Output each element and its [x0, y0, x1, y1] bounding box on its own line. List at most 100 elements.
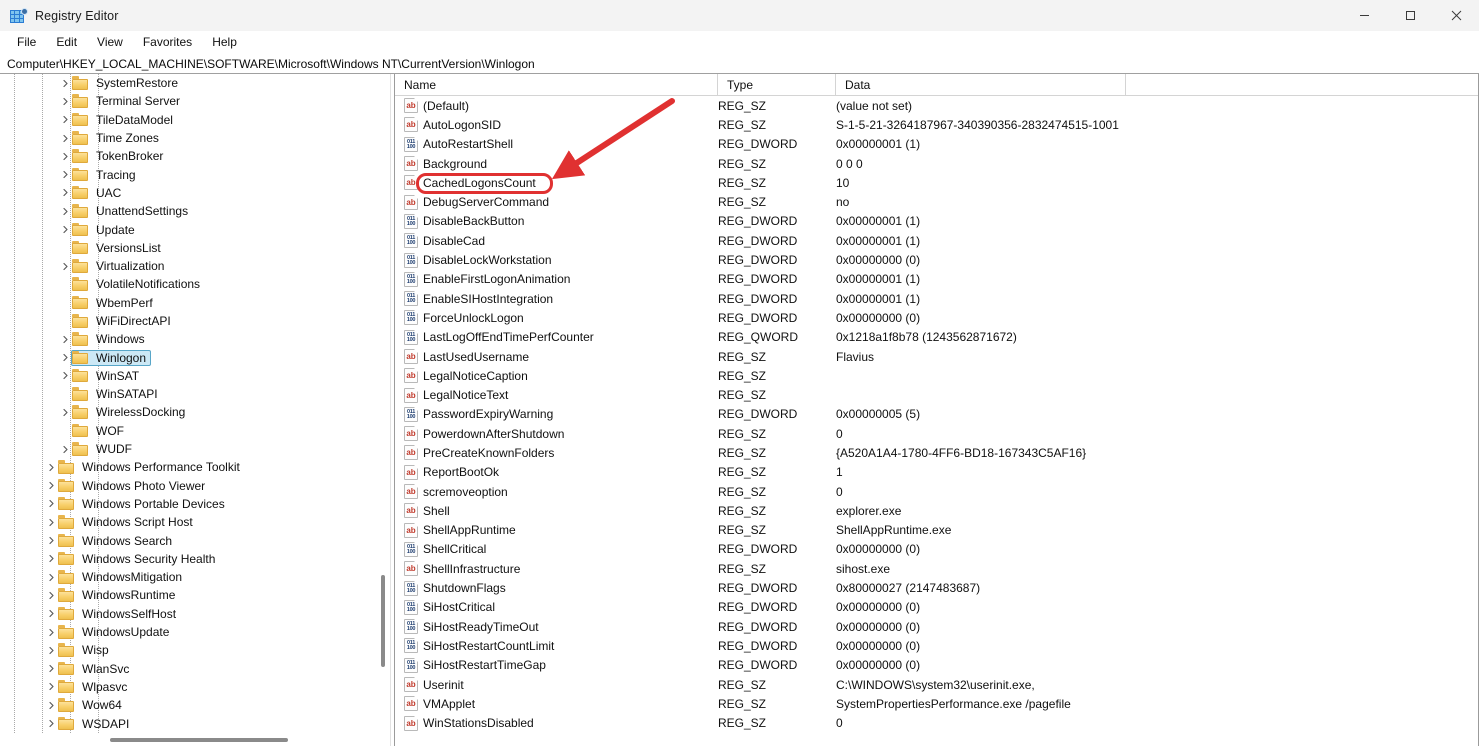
tree-item-wsdapi[interactable]: WSDAPI	[0, 714, 389, 732]
menu-file[interactable]: File	[7, 33, 46, 53]
table-row[interactable]: ab DebugServerCommand REG_SZ no	[395, 192, 1478, 211]
tree-vertical-scroll-thumb[interactable]	[381, 575, 385, 668]
chevron-right-icon[interactable]	[44, 518, 58, 527]
table-row[interactable]: 011 100 AutoRestartShell REG_DWORD 0x0000000…	[395, 135, 1478, 154]
chevron-right-icon[interactable]	[58, 79, 72, 88]
menu-help[interactable]: Help	[202, 33, 247, 53]
tree-item-windows[interactable]: Windows	[0, 330, 389, 348]
chevron-right-icon[interactable]	[44, 591, 58, 600]
menu-view[interactable]: View	[87, 33, 133, 53]
tree-item-wbemperf[interactable]: WbemPerf	[0, 294, 389, 312]
chevron-right-icon[interactable]	[58, 335, 72, 344]
tree-item-versionslist[interactable]: VersionsList	[0, 239, 389, 257]
tree-item-uac[interactable]: UAC	[0, 184, 389, 202]
tree-item-wirelessdocking[interactable]: WirelessDocking	[0, 403, 389, 421]
table-row[interactable]: 011 100 DisableCad REG_DWORD 0x00000001 (1)	[395, 231, 1478, 250]
table-row[interactable]: ab ReportBootOk REG_SZ 1	[395, 463, 1478, 482]
tree-item-windowsupdate[interactable]: WindowsUpdate	[0, 623, 389, 641]
chevron-right-icon[interactable]	[58, 97, 72, 106]
column-header-name[interactable]: Name	[395, 74, 718, 96]
table-row[interactable]: ab scremoveoption REG_SZ 0	[395, 482, 1478, 501]
tree-item-winsat[interactable]: WinSAT	[0, 367, 389, 385]
tree-item-systemrestore[interactable]: SystemRestore	[0, 74, 389, 92]
tree-item-windows-portable-devices[interactable]: Windows Portable Devices	[0, 495, 389, 513]
tree-item-unattendsettings[interactable]: UnattendSettings	[0, 202, 389, 220]
tree-item-windows-performance-toolkit[interactable]: Windows Performance Toolkit	[0, 458, 389, 476]
chevron-right-icon[interactable]	[58, 152, 72, 161]
chevron-right-icon[interactable]	[58, 170, 72, 179]
chevron-right-icon[interactable]	[58, 225, 72, 234]
table-row[interactable]: ab PreCreateKnownFolders REG_SZ {A520A1A4-1…	[395, 443, 1478, 462]
table-row[interactable]: ab Shell REG_SZ explorer.exe	[395, 501, 1478, 520]
chevron-right-icon[interactable]	[44, 609, 58, 618]
tree-item-terminal-server[interactable]: Terminal Server	[0, 92, 389, 110]
chevron-right-icon[interactable]	[44, 481, 58, 490]
table-row[interactable]: 011 100 DisableLockWorkstation REG_DWORD 0x0…	[395, 250, 1478, 269]
chevron-right-icon[interactable]	[58, 262, 72, 271]
tree-item-windows-security-health[interactable]: Windows Security Health	[0, 550, 389, 568]
tree-item-windows-search[interactable]: Windows Search	[0, 531, 389, 549]
tree-item-windows-script-host[interactable]: Windows Script Host	[0, 513, 389, 531]
tree-item-winlogon[interactable]: Winlogon	[0, 348, 389, 366]
tree-horizontal-scroll-thumb[interactable]	[110, 738, 288, 742]
tree-item-winsatapi[interactable]: WinSATAPI	[0, 385, 389, 403]
table-row[interactable]: 011 100 SiHostRestartCountLimit REG_DWORD 0x…	[395, 636, 1478, 655]
tree-item-windowsmitigation[interactable]: WindowsMitigation	[0, 568, 389, 586]
chevron-right-icon[interactable]	[44, 646, 58, 655]
tree-item-volatilenotifications[interactable]: VolatileNotifications	[0, 275, 389, 293]
tree-item-windowsruntime[interactable]: WindowsRuntime	[0, 586, 389, 604]
chevron-right-icon[interactable]	[44, 554, 58, 563]
tree-item-wudf[interactable]: WUDF	[0, 440, 389, 458]
tree-item-wisp[interactable]: Wisp	[0, 641, 389, 659]
table-row[interactable]: ab Userinit REG_SZ C:\WINDOWS\system32\user…	[395, 675, 1478, 694]
chevron-right-icon[interactable]	[58, 408, 72, 417]
table-row[interactable]: 011 100 ShutdownFlags REG_DWORD 0x80000027 (…	[395, 578, 1478, 597]
tree-item-wlpasvc[interactable]: Wlpasvc	[0, 678, 389, 696]
chevron-right-icon[interactable]	[44, 573, 58, 582]
table-row[interactable]: ab Background REG_SZ 0 0 0	[395, 154, 1478, 173]
table-row[interactable]: ab PowerdownAfterShutdown REG_SZ 0	[395, 424, 1478, 443]
table-row[interactable]: ab LastUsedUsername REG_SZ Flavius	[395, 347, 1478, 366]
chevron-right-icon[interactable]	[58, 188, 72, 197]
column-header-type[interactable]: Type	[718, 74, 836, 96]
chevron-right-icon[interactable]	[58, 445, 72, 454]
table-row[interactable]: ab LegalNoticeCaption REG_SZ	[395, 366, 1478, 385]
tree-item-wlansvc[interactable]: WlanSvc	[0, 660, 389, 678]
chevron-right-icon[interactable]	[44, 701, 58, 710]
chevron-right-icon[interactable]	[44, 536, 58, 545]
table-row[interactable]: 011 100 EnableFirstLogonAnimation REG_DWORD…	[395, 270, 1478, 289]
tree-vertical-scrollbar[interactable]	[378, 75, 387, 733]
address-bar[interactable]: Computer\HKEY_LOCAL_MACHINE\SOFTWARE\Mic…	[0, 54, 1479, 74]
close-button[interactable]	[1433, 0, 1479, 31]
tree-item-wof[interactable]: WOF	[0, 422, 389, 440]
menu-edit[interactable]: Edit	[46, 33, 87, 53]
table-row[interactable]: 011 100 DisableBackButton REG_DWORD 0x000000…	[395, 212, 1478, 231]
tree-item-wifidirectapi[interactable]: WiFiDirectAPI	[0, 312, 389, 330]
tree-item-tracing[interactable]: Tracing	[0, 165, 389, 183]
table-row[interactable]: ab VMApplet REG_SZ SystemPropertiesPerforma…	[395, 694, 1478, 713]
table-row[interactable]: 011 100 SiHostReadyTimeOut REG_DWORD 0x00000…	[395, 617, 1478, 636]
chevron-right-icon[interactable]	[44, 463, 58, 472]
tree-item-tokenbroker[interactable]: TokenBroker	[0, 147, 389, 165]
table-row[interactable]: ab CachedLogonsCount REG_SZ 10	[395, 173, 1478, 192]
tree-item-wow64[interactable]: Wow64	[0, 696, 389, 714]
tree-item-windows-photo-viewer[interactable]: Windows Photo Viewer	[0, 477, 389, 495]
tree-item-update[interactable]: Update	[0, 220, 389, 238]
chevron-right-icon[interactable]	[44, 499, 58, 508]
table-row[interactable]: ab WinStationsDisabled REG_SZ 0	[395, 714, 1478, 733]
table-row[interactable]: 011 100 ForceUnlockLogon REG_DWORD 0x0000000…	[395, 308, 1478, 327]
table-row[interactable]: 011 100 ShellCritical REG_DWORD 0x00000000 (…	[395, 540, 1478, 559]
table-row[interactable]: ab LegalNoticeText REG_SZ	[395, 385, 1478, 404]
tree-item-time-zones[interactable]: Time Zones	[0, 129, 389, 147]
table-row[interactable]: ab ShellAppRuntime REG_SZ ShellAppRuntime.e…	[395, 521, 1478, 540]
table-row[interactable]: ab AutoLogonSID REG_SZ S-1-5-21-3264187967-…	[395, 115, 1478, 134]
table-row[interactable]: 011 100 SiHostRestartTimeGap REG_DWORD 0x000…	[395, 656, 1478, 675]
table-row[interactable]: 011 100 PasswordExpiryWarning REG_DWORD 0x00…	[395, 405, 1478, 424]
chevron-right-icon[interactable]	[44, 719, 58, 728]
chevron-right-icon[interactable]	[44, 682, 58, 691]
table-row[interactable]: 011 100 EnableSIHostIntegration REG_DWORD 0x…	[395, 289, 1478, 308]
maximize-button[interactable]	[1387, 0, 1433, 31]
chevron-right-icon[interactable]	[58, 134, 72, 143]
tree-horizontal-scrollbar[interactable]	[0, 734, 389, 746]
menu-favorites[interactable]: Favorites	[133, 33, 202, 53]
